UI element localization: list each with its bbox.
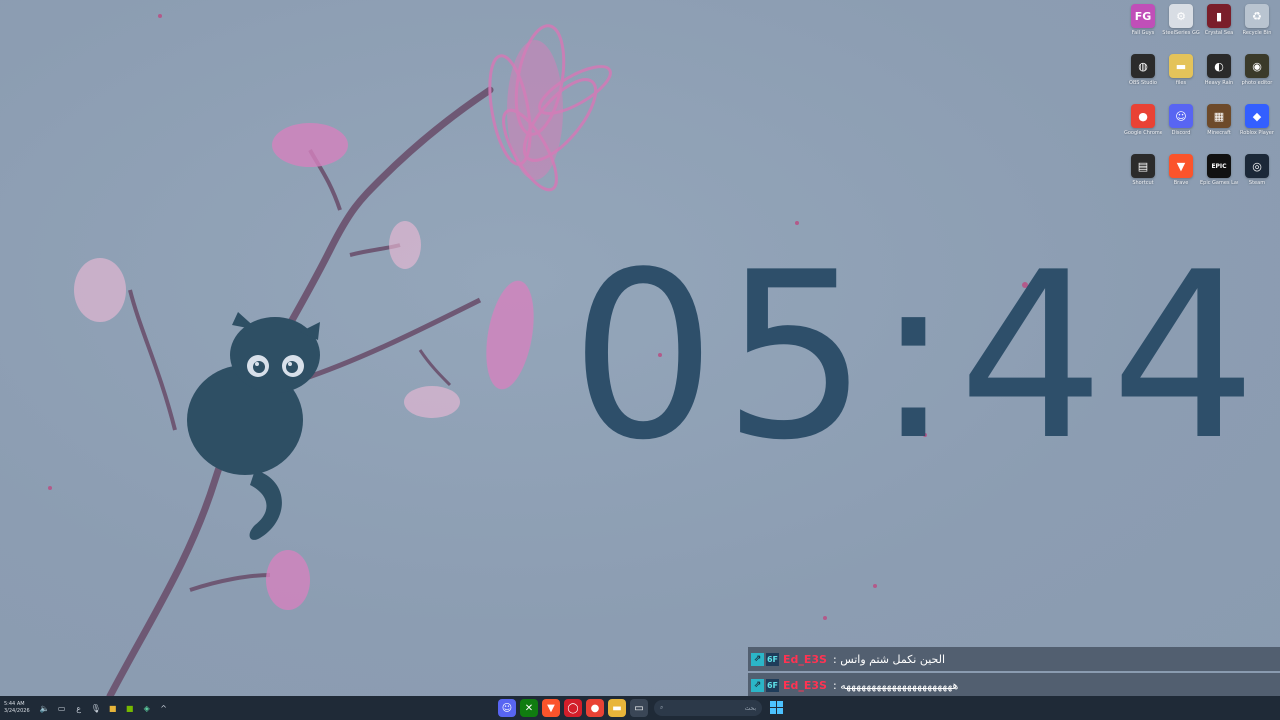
desktop-icon-label: SteelSeries GG [1162, 30, 1200, 36]
taskbar-time: 5:44 AM [4, 701, 25, 707]
taskbar-search[interactable]: بحث ⌕ [654, 700, 762, 716]
app-icon: ▤ [1131, 154, 1155, 178]
app-icon: ◉ [1245, 54, 1269, 78]
app-icon: ▦ [1207, 104, 1231, 128]
app-icon: ⚙ [1169, 4, 1193, 28]
folder-icon[interactable]: ■ [106, 701, 120, 715]
app-icon: ▼ [1169, 154, 1193, 178]
desktop-icon-label: Minecraft [1207, 130, 1231, 136]
taskbar-app-opera[interactable]: ◯ [564, 699, 582, 717]
chat-text: : الحين نكمل شتم واتس [832, 652, 946, 666]
taskbar-app-task-view[interactable]: ▭ [630, 699, 648, 717]
desktop-icon-label: Shortcut [1132, 180, 1154, 186]
badge-icon: ⇗ [751, 652, 764, 666]
sub-badge-icon: 6F [766, 652, 779, 666]
chat-username: Ed_E3S [783, 652, 827, 666]
volume-icon[interactable]: 🔈 [38, 701, 52, 715]
desktop-icon-grid: ♻ Recycle Bin ▮ Crystal Sea ⚙ SteelSeries GG F… [1124, 2, 1276, 202]
desktop-icons-area: ♻ Recycle Bin ▮ Crystal Sea ⚙ SteelSeries GG F… [1124, 2, 1276, 202]
app-icon: ☺ [1169, 104, 1193, 128]
desktop-icon-label: Epic Games Launcher [1200, 180, 1238, 186]
desktop-clock: 05:44 [570, 224, 1263, 491]
app-icon: ▮ [1207, 4, 1231, 28]
taskbar: 5:44 AM 3/24/2026 🔈 ▭ ع 🎙 ■ ■ ◈ ^ ☺ ✕ ▼ … [0, 696, 1280, 720]
desktop-icon[interactable]: ▮ Crystal Sea [1200, 2, 1238, 52]
app-icon: ▬ [1169, 54, 1193, 78]
sub-badge-icon: 6F [766, 678, 779, 692]
chat-username: Ed_E3S [783, 678, 827, 692]
desktop-icon[interactable]: ◐ Heavy Rain [1200, 52, 1238, 102]
desktop-icon[interactable]: ◍ OBS Studio [1124, 52, 1162, 102]
desktop-icon[interactable]: ☺ Discord [1162, 102, 1200, 152]
taskbar-app-file-explorer[interactable]: ▬ [608, 699, 626, 717]
app-icon: FG [1131, 4, 1155, 28]
desktop-icon[interactable]: ◆ Roblox Player [1238, 102, 1276, 152]
desktop-icon-label: Recycle Bin [1242, 30, 1272, 36]
desktop-icon[interactable]: ♻ Recycle Bin [1238, 2, 1276, 52]
chevron-up-icon[interactable]: ^ [157, 701, 171, 715]
chat-message: ⇗ 6F Ed_E3S : الحين نكمل شتم واتس [748, 647, 1280, 671]
desktop-icon-label: Roblox Player [1240, 130, 1274, 136]
desktop-icon[interactable]: ◉ photo editor [1238, 52, 1276, 102]
desktop-icon[interactable]: EPIC Epic Games Launcher [1200, 152, 1238, 202]
desktop-icon[interactable]: ▦ Minecraft [1200, 102, 1238, 152]
app-icon: ♻ [1245, 4, 1269, 28]
app-icon: ◎ [1245, 154, 1269, 178]
desktop-icon[interactable]: ▼ Brave [1162, 152, 1200, 202]
taskbar-app-xbox[interactable]: ✕ [520, 699, 538, 717]
desktop-icon-label: photo editor [1241, 80, 1273, 86]
system-tray: 5:44 AM 3/24/2026 🔈 ▭ ع 🎙 ■ ■ ◈ ^ [4, 696, 174, 720]
nvidia-icon[interactable]: ■ [123, 701, 137, 715]
taskbar-date: 3/24/2026 [4, 708, 30, 714]
taskbar-app-discord[interactable]: ☺ [498, 699, 516, 717]
desktop-icon[interactable]: ◎ Steam [1238, 152, 1276, 202]
chat-message: ⇗ 6F Ed_E3S : ههههههههههههههههههههههه [748, 673, 1280, 697]
taskbar-app-brave[interactable]: ▼ [542, 699, 560, 717]
app-icon: ◍ [1131, 54, 1155, 78]
desktop-icon-label: Fall Guys [1131, 30, 1155, 36]
desktop-icon-label: OBS Studio [1129, 80, 1157, 86]
desktop-icon-label: Discord [1171, 130, 1191, 136]
desktop-icon[interactable]: ▬ files [1162, 52, 1200, 102]
app-icon: ◆ [1245, 104, 1269, 128]
desktop-icon-label: Crystal Sea [1204, 30, 1234, 36]
taskbar-apps: ☺ ✕ ▼ ◯ ● ▬ ▭ بحث ⌕ [496, 696, 784, 720]
mic-icon[interactable]: 🎙 [89, 701, 103, 715]
desktop-icon[interactable]: FG Fall Guys [1124, 2, 1162, 52]
windows-start-icon[interactable] [770, 701, 784, 715]
desktop-icon-label: files [1175, 80, 1187, 86]
language-indicator[interactable]: ع [72, 701, 86, 715]
app-icon: ● [1131, 104, 1155, 128]
display-icon[interactable]: ▭ [55, 701, 69, 715]
app-icon: EPIC [1207, 154, 1231, 178]
desktop-icon[interactable]: ● Google Chrome [1124, 102, 1162, 152]
badge-icon: ⇗ [751, 678, 764, 692]
network-icon[interactable]: ◈ [140, 701, 154, 715]
chat-overlay: ⇗ 6F Ed_E3S : الحين نكمل شتم واتس ⇗ 6F E… [748, 647, 1280, 699]
taskbar-app-chrome[interactable]: ● [586, 699, 604, 717]
desktop-icon[interactable]: ▤ Shortcut [1124, 152, 1162, 202]
desktop-icon[interactable]: ⚙ SteelSeries GG [1162, 2, 1200, 52]
desktop-icon-label: Steam [1248, 180, 1266, 186]
desktop-icon-label: Heavy Rain [1204, 80, 1234, 86]
search-placeholder: بحث [744, 704, 756, 712]
taskbar-clock[interactable]: 5:44 AM 3/24/2026 [4, 701, 30, 715]
search-icon: ⌕ [660, 704, 664, 711]
desktop-icon-label: Google Chrome [1124, 130, 1162, 136]
desktop-icon-label: Brave [1173, 180, 1189, 186]
app-icon: ◐ [1207, 54, 1231, 78]
chat-text: : ههههههههههههههههههههههه [832, 678, 959, 692]
